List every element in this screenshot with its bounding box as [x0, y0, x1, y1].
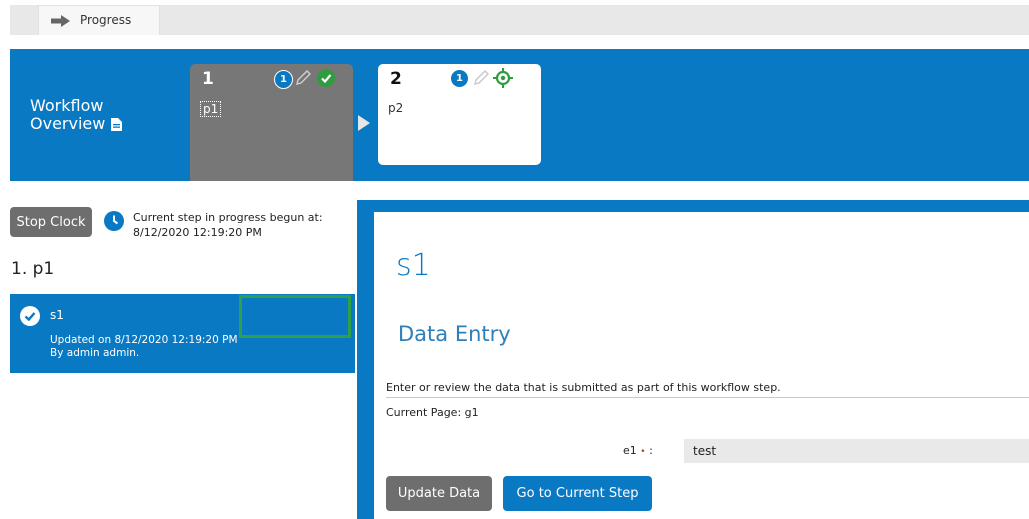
selection-highlight-box	[239, 295, 351, 338]
page-heading: 1. p1	[11, 259, 55, 279]
required-marker: •	[640, 447, 646, 457]
target-icon	[493, 68, 513, 88]
arrow-right-icon	[51, 15, 70, 27]
count-badge: 1	[451, 70, 468, 87]
pen-icon	[296, 70, 311, 85]
step-name[interactable]: p2	[388, 101, 403, 115]
workflow-overview-band: Workflow Overview 1 1 p1 2 1 p2	[10, 49, 1029, 181]
update-data-button[interactable]: Update Data	[386, 476, 492, 511]
step-number: 1	[202, 69, 214, 89]
step-name[interactable]: p1	[200, 101, 222, 117]
clock-icon	[104, 211, 124, 231]
intro-text: Enter or review the data that is submitt…	[386, 381, 781, 394]
tab-progress[interactable]: Progress	[38, 5, 160, 35]
workflow-step-card-1[interactable]: 1 1 p1	[190, 64, 353, 181]
arrow-connector-icon	[358, 115, 370, 131]
divider	[386, 397, 1029, 398]
current-page-label: Current Page: g1	[386, 406, 479, 419]
e1-field-label: e1 • :	[623, 444, 653, 457]
workflow-title-line1: Workflow	[30, 96, 104, 115]
section-title: Data Entry	[398, 322, 511, 346]
workflow-title-line2: Overview	[30, 114, 106, 133]
step-number: 2	[390, 69, 402, 89]
pen-icon	[474, 70, 489, 85]
step-begun-info: Current step in progress begun at: 8/12/…	[133, 210, 323, 240]
step-title: s1	[396, 248, 431, 283]
count-badge: 1	[274, 70, 293, 89]
go-to-current-step-button[interactable]: Go to Current Step	[503, 476, 652, 511]
step-item-updated: Updated on 8/12/2020 12:19:20 PM By admi…	[50, 334, 238, 360]
stop-clock-button[interactable]: Stop Clock	[10, 207, 92, 237]
step-begun-label: Current step in progress begun at:	[133, 211, 323, 224]
check-circle-icon	[20, 306, 40, 326]
step-updated-date: Updated on 8/12/2020 12:19:20 PM	[50, 334, 238, 346]
check-circle-icon	[317, 69, 335, 87]
step-list-item[interactable]: s1 Updated on 8/12/2020 12:19:20 PM By a…	[10, 294, 355, 373]
step-detail-panel	[374, 212, 1029, 519]
workflow-step-card-2[interactable]: 2 1 p2	[378, 64, 541, 165]
e1-label-text: e1	[623, 444, 637, 457]
step-begun-time: 8/12/2020 12:19:20 PM	[133, 226, 262, 239]
tab-progress-label: Progress	[80, 13, 132, 27]
step-item-name: s1	[50, 308, 64, 322]
tab-bar: Progress	[10, 5, 1029, 35]
workflow-overview-title: Workflow Overview	[30, 96, 123, 133]
step-updated-by: By admin admin.	[50, 347, 140, 359]
document-icon[interactable]	[111, 117, 123, 131]
e1-field[interactable]	[684, 439, 1029, 463]
